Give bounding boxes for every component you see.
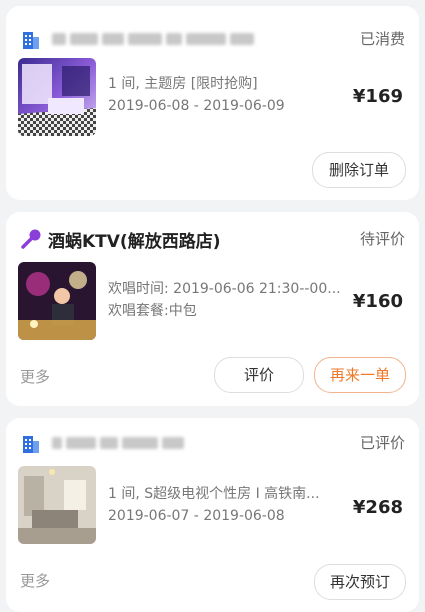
- order-info: 1 间, S超级电视个性房 I 高铁南... 2019-06-07 - 2019…: [108, 483, 358, 527]
- room-photo: [18, 58, 96, 136]
- shop-header[interactable]: 酒蜗KTV(解放西路店): [20, 226, 405, 252]
- delete-order-button[interactable]: 删除订单: [312, 152, 406, 188]
- room-thumbnail[interactable]: [18, 466, 96, 544]
- stay-dates: 2019-06-08 - 2019-06-09: [108, 98, 285, 114]
- building-icon: [23, 436, 39, 453]
- order-card[interactable]: 酒蜗KTV(解放西路店) 待评价 欢唱时间: 2019-06-06 21:30-…: [6, 212, 419, 406]
- microphone-icon: [21, 229, 41, 249]
- reorder-button[interactable]: 再来一单: [314, 357, 406, 393]
- stay-dates: 2019-06-07 - 2019-06-08: [108, 508, 285, 524]
- shop-name: 酒蜗KTV(解放西路店): [48, 231, 221, 252]
- more-link[interactable]: 更多: [20, 366, 50, 387]
- redacted-shop-name: [52, 433, 184, 453]
- order-price: ¥268: [352, 497, 403, 518]
- room-description: 1 间, 主题房 [限时抢购]: [108, 76, 258, 92]
- shop-header[interactable]: [20, 26, 405, 52]
- order-card[interactable]: 已消费 1 间, 主题房 [限时抢购] 2019-06-08 - 2019-06…: [6, 6, 419, 200]
- order-status: 已评价: [359, 434, 405, 452]
- building-icon: [23, 32, 39, 49]
- review-button[interactable]: 评价: [214, 357, 304, 393]
- room-thumbnail[interactable]: [18, 58, 96, 136]
- order-info: 欢唱时间: 2019-06-06 21:30--00... 欢唱套餐:中包: [108, 278, 358, 322]
- order-price: ¥160: [352, 291, 403, 312]
- sing-time: 欢唱时间: 2019-06-06 21:30--00...: [108, 281, 341, 297]
- order-status: 待评价: [359, 230, 405, 248]
- ktv-photo: [18, 262, 96, 340]
- redacted-shop-name: [52, 29, 254, 49]
- order-card[interactable]: 已评价 1 间, S超级电视个性房 I 高铁南... 2019-06-07 - …: [6, 418, 419, 612]
- order-price: ¥169: [352, 86, 403, 107]
- order-info: 1 间, 主题房 [限时抢购] 2019-06-08 - 2019-06-09: [108, 73, 358, 117]
- room-photo: [18, 466, 96, 544]
- rebook-button[interactable]: 再次预订: [314, 564, 406, 600]
- sing-package: 欢唱套餐:中包: [108, 303, 197, 319]
- more-link[interactable]: 更多: [20, 570, 50, 591]
- shop-header[interactable]: [20, 430, 405, 456]
- room-description: 1 间, S超级电视个性房 I 高铁南...: [108, 486, 320, 502]
- order-status: 已消费: [359, 30, 405, 48]
- ktv-thumbnail[interactable]: [18, 262, 96, 340]
